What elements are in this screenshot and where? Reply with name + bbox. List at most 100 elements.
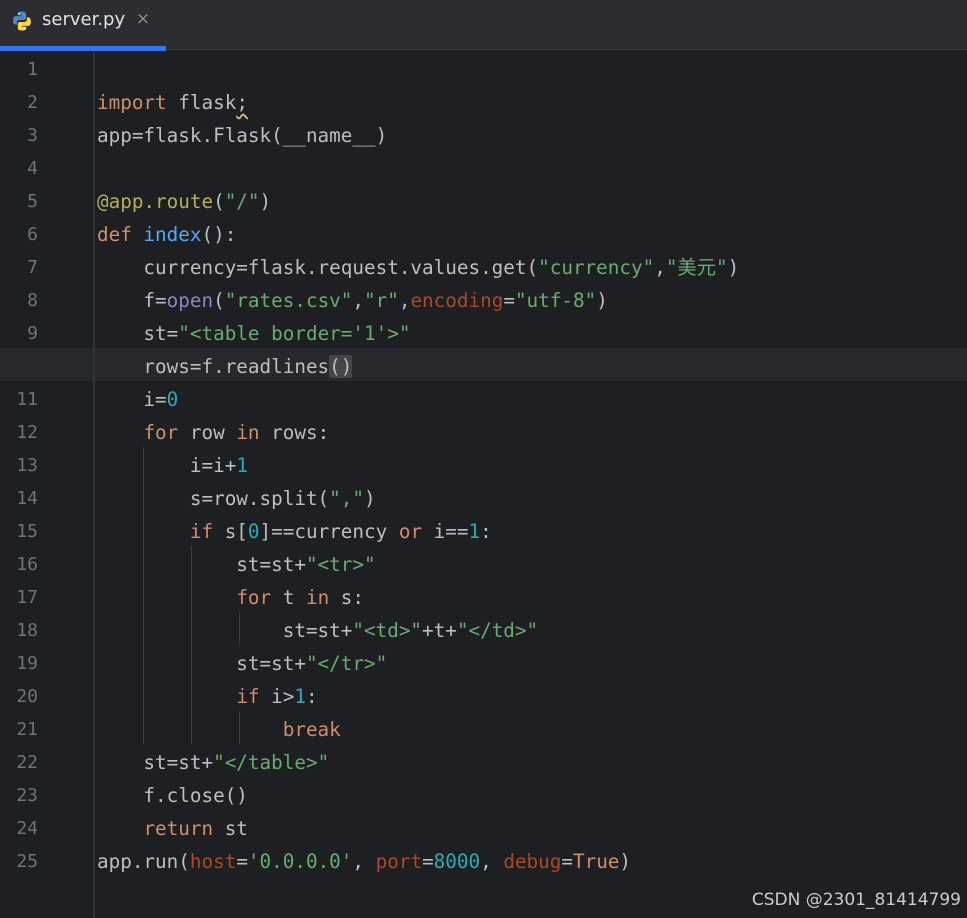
code-token-kw: in: [305, 586, 330, 609]
editor-tab-bar: server.py ×: [0, 0, 967, 51]
code-token-plain: flask: [166, 91, 237, 114]
code-line[interactable]: for t in s:: [97, 581, 364, 614]
code-token-str: "<table border='1'>": [178, 322, 411, 345]
tab-server-py[interactable]: server.py ×: [0, 0, 166, 51]
code-token-plain: (: [213, 190, 225, 213]
code-token-kw: def: [97, 223, 132, 246]
indent-guide: [239, 711, 240, 744]
code-line[interactable]: st="<table border='1'>": [97, 317, 410, 350]
code-token-param: encoding: [410, 289, 504, 312]
code-token-num: 8000: [433, 850, 481, 873]
code-token-str: "/": [224, 190, 260, 213]
code-token-plain: rows:: [259, 421, 330, 444]
gutter-divider: [93, 51, 95, 918]
code-line[interactable]: return st: [97, 812, 248, 845]
line-number: 6: [27, 224, 38, 245]
code-token-plain: ():: [201, 223, 237, 246]
code-token-plain: =: [422, 850, 434, 873]
code-token-plain: ): [619, 850, 632, 873]
code-line[interactable]: import flask;: [97, 86, 248, 119]
code-token-plain: f=: [97, 289, 167, 312]
line-number: 19: [16, 653, 38, 674]
code-token-num: 1: [294, 685, 306, 708]
code-token-str: "rates.csv": [224, 289, 353, 312]
code-token-plain: ,: [352, 850, 376, 873]
code-token-plain: st: [213, 817, 248, 840]
watermark: CSDN @2301_81414799: [751, 890, 961, 910]
code-token-param: host: [189, 850, 237, 873]
line-number: 21: [16, 719, 38, 740]
code-line[interactable]: i=0: [97, 383, 178, 416]
line-number: 14: [16, 488, 38, 509]
code-token-str: "r": [364, 289, 399, 312]
code-token-param: port: [375, 850, 423, 873]
code-token-str: "<tr>": [305, 553, 376, 576]
code-token-plain: st=st+: [97, 652, 306, 675]
code-token-kw: in: [236, 421, 260, 444]
line-number: 7: [27, 257, 38, 278]
code-line[interactable]: if i>1:: [97, 680, 318, 713]
indent-guide: [191, 546, 192, 744]
line-number: 1: [27, 59, 38, 80]
code-token-num: 1: [468, 520, 481, 543]
code-token-plain: (: [213, 289, 225, 312]
code-token-plain: app=flask.Flask(__name__): [97, 124, 388, 147]
code-line[interactable]: i=i+1: [97, 449, 248, 482]
code-token-str: "<td>": [352, 619, 423, 642]
code-token-str: "utf-8": [514, 289, 597, 312]
code-token-plain: ): [727, 256, 740, 279]
code-token-num: 1: [236, 454, 248, 477]
code-line[interactable]: st=st+"</tr>": [97, 647, 387, 680]
code-line[interactable]: currency=flask.request.values.get("curre…: [97, 251, 739, 284]
code-token-num: 0: [166, 388, 179, 411]
current-line-gutter-highlight: [0, 348, 93, 381]
code-token-plain: i=i+: [97, 454, 237, 477]
code-token-plain: s:: [329, 586, 365, 609]
code-line[interactable]: f.close(): [97, 779, 248, 812]
code-editor[interactable]: 1234567891011121314151617181920212223242…: [0, 51, 967, 918]
code-line[interactable]: f=open("rates.csv","r",encoding="utf-8"): [97, 284, 607, 317]
code-line[interactable]: app.run(host='0.0.0.0', port=8000, debug…: [97, 845, 631, 878]
close-icon[interactable]: ×: [133, 8, 153, 30]
line-number: 20: [16, 686, 38, 707]
code-line[interactable]: st=st+"<td>"+t+"</td>": [97, 614, 538, 647]
code-line[interactable]: if s[0]==currency or i==1:: [97, 515, 492, 548]
code-token-str: "currency": [538, 256, 655, 279]
code-line[interactable]: app=flask.Flask(__name__): [97, 119, 387, 152]
code-token-plain: :: [305, 685, 318, 708]
indent-guide: [143, 447, 144, 744]
code-line[interactable]: def index():: [97, 218, 236, 251]
code-token-plain: ,: [654, 256, 666, 279]
code-line[interactable]: st=st+"</table>": [97, 746, 329, 779]
line-number: 24: [16, 818, 38, 839]
code-line[interactable]: s=row.split(","): [97, 482, 376, 515]
code-token-plain: +t+: [422, 619, 457, 642]
code-token-kw: if: [189, 520, 214, 543]
code-line[interactable]: rows=f.readlines(): [97, 350, 353, 383]
line-number: 25: [16, 851, 38, 872]
line-number-gutter: 1234567891011121314151617181920212223242…: [0, 51, 93, 918]
code-token-plain: ,: [352, 289, 365, 312]
code-token-plain: row: [178, 421, 237, 444]
code-token-kw: break: [282, 718, 341, 741]
code-line[interactable]: st=st+"<tr>": [97, 548, 376, 581]
python-icon: [13, 11, 31, 31]
code-token-str: '0.0.0.0': [247, 850, 353, 873]
code-token-deco: @app.route: [97, 190, 214, 213]
code-token-plain: currency=flask.request.values.get(: [97, 256, 539, 279]
code-token-str: ",": [329, 487, 364, 510]
code-line[interactable]: break: [97, 713, 341, 746]
tab-title: server.py: [42, 9, 126, 30]
code-line[interactable]: @app.route("/"): [97, 185, 271, 218]
code-token-plain: st=st+: [97, 553, 306, 576]
line-number: 17: [16, 587, 38, 608]
code-line[interactable]: for row in rows:: [97, 416, 329, 449]
code-token-str: "</td>": [456, 619, 539, 642]
code-token-squiggle: ;: [236, 91, 248, 114]
code-token-plain: i>: [259, 685, 295, 708]
